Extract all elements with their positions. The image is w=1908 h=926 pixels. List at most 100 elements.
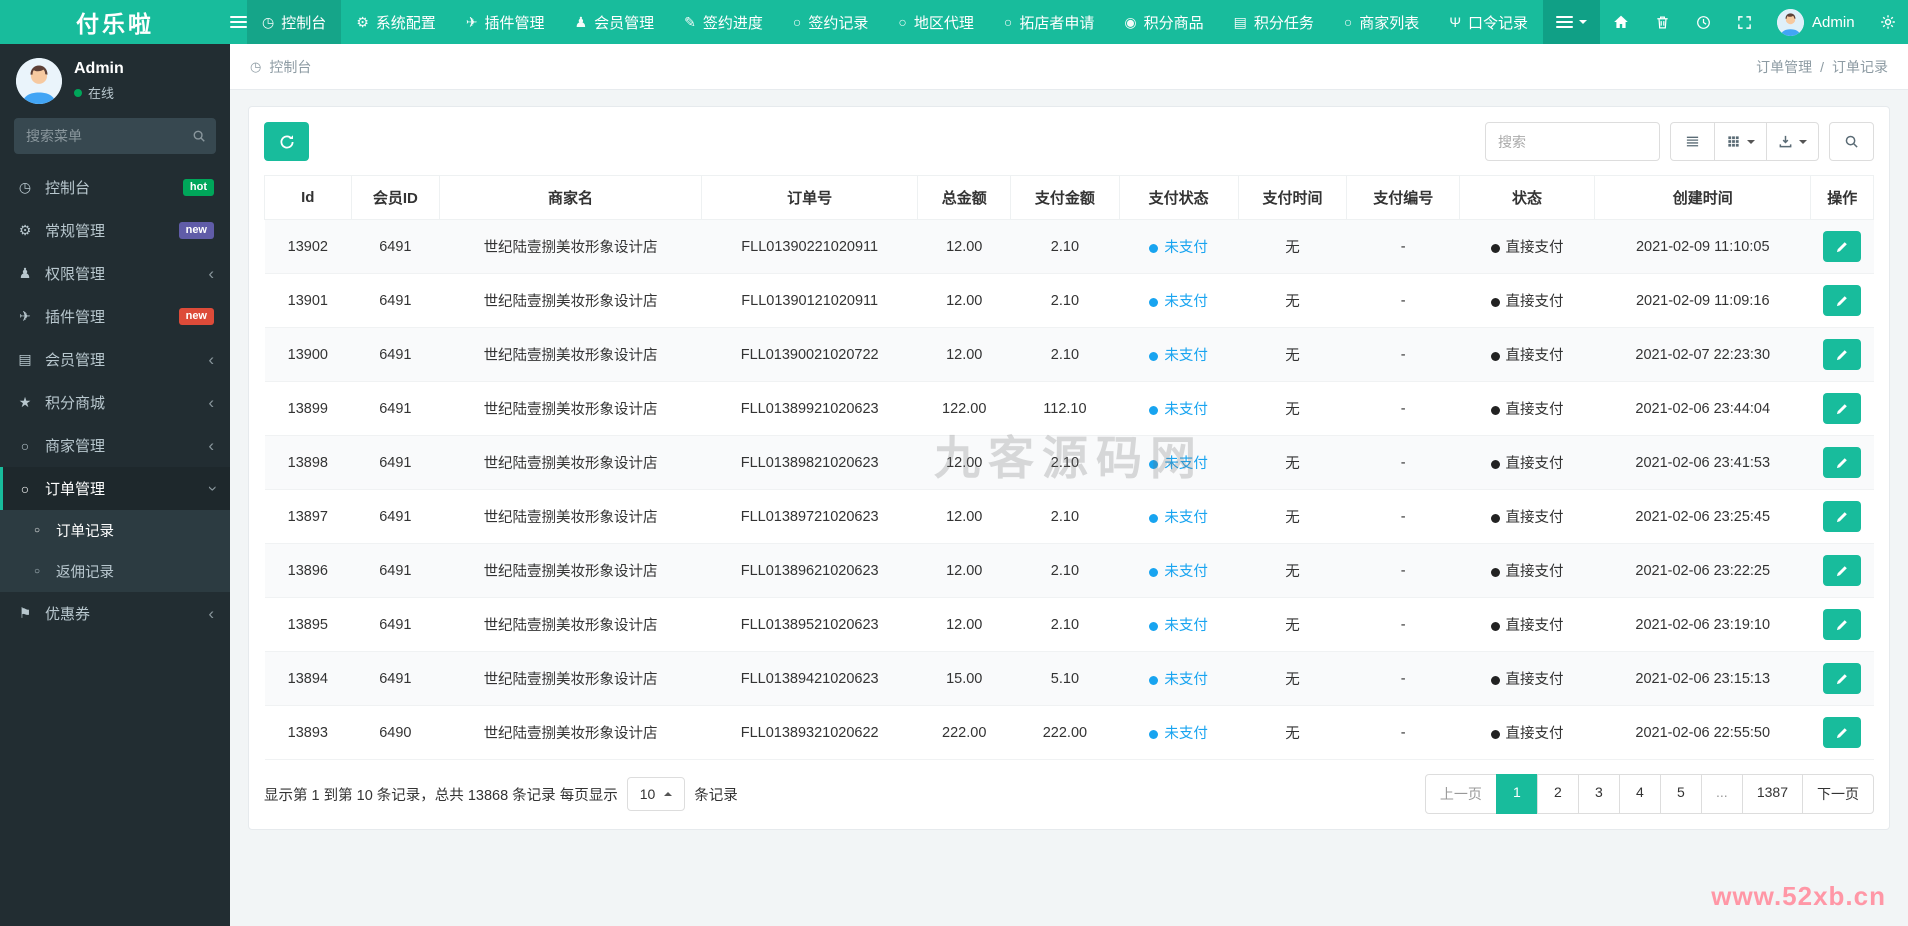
columns-button[interactable]: [1714, 122, 1767, 161]
history-button[interactable]: [1683, 0, 1724, 44]
avatar-image: [16, 58, 62, 104]
fullscreen-button[interactable]: [1724, 0, 1765, 44]
cell-actions: [1810, 597, 1874, 652]
cell-merchant: 世纪陆壹捌美妆形象设计店: [439, 273, 702, 328]
table-search-input[interactable]: [1485, 122, 1660, 161]
edit-button[interactable]: [1823, 663, 1862, 694]
edit-button[interactable]: [1823, 501, 1862, 532]
sidebar-item-coupon[interactable]: ⚑ 优惠券 ‹: [0, 592, 230, 635]
sidebar-item-order[interactable]: ○ 订单管理 ‹: [0, 467, 230, 510]
edit-button[interactable]: [1823, 231, 1862, 262]
sidebar-item-addon[interactable]: ✈ 插件管理 new: [0, 295, 230, 338]
edit-button[interactable]: [1823, 717, 1862, 748]
page-button-1387[interactable]: 1387: [1741, 774, 1803, 814]
table-row: 13902 6491 世纪陆壹捌美妆形象设计店 FLL01390221020911 12…: [264, 219, 1874, 274]
cell-member-id: 6491: [351, 219, 440, 274]
refresh-button[interactable]: [264, 122, 309, 161]
sidebar-user-panel: Admin 在线: [0, 44, 230, 114]
region-agent-icon: ○: [898, 14, 907, 30]
topnav-item-store-apply[interactable]: ○ 拓店者申请: [989, 0, 1109, 44]
cell-total: 12.00: [917, 273, 1011, 328]
cell-pay-status: 未支付: [1119, 327, 1239, 382]
breadcrumb: 订单管理 / 订单记录: [1756, 57, 1888, 77]
cell-pay-no: -: [1346, 489, 1460, 544]
clear-cache-button[interactable]: [1642, 0, 1683, 44]
sidebar-item-rebate-records[interactable]: ○ 返佣记录: [0, 551, 230, 592]
toggle-view-button[interactable]: [1670, 122, 1715, 161]
cell-pay-time: 无: [1238, 381, 1347, 436]
page-button-3[interactable]: 3: [1577, 774, 1620, 814]
nav-menu-dropdown-button[interactable]: [1543, 0, 1601, 44]
topnav-item-merchant-list[interactable]: ○ 商家列表: [1329, 0, 1434, 44]
cell-created: 2021-02-09 11:09:16: [1594, 273, 1811, 328]
sidebar-item-general[interactable]: ⚙ 常规管理 new: [0, 209, 230, 252]
sidebar-item-auth[interactable]: ♟ 权限管理 ‹: [0, 252, 230, 295]
chevron-down-icon: ‹: [201, 485, 221, 492]
sidebar-item-points-mall[interactable]: ★ 积分商城 ‹: [0, 381, 230, 424]
page-button-2[interactable]: 2: [1536, 774, 1579, 814]
export-button[interactable]: [1766, 122, 1819, 161]
sidebar-item-member[interactable]: ▤ 会员管理 ‹: [0, 338, 230, 381]
home-button[interactable]: [1600, 0, 1642, 44]
page-prev-button[interactable]: 上一页: [1424, 774, 1497, 814]
cell-status: 直接支付: [1459, 543, 1595, 598]
page-size-select[interactable]: 10: [626, 777, 686, 811]
cell-member-id: 6491: [351, 651, 440, 706]
edit-button[interactable]: [1823, 609, 1862, 640]
edit-button[interactable]: [1823, 393, 1862, 424]
dashboard-icon: ◷: [250, 58, 262, 74]
circle-icon: ○: [33, 525, 41, 536]
cell-actions: [1810, 219, 1874, 274]
page-button-1[interactable]: 1: [1495, 774, 1538, 814]
sidebar-item-order-records[interactable]: ○ 订单记录: [0, 510, 230, 551]
cell-merchant: 世纪陆壹捌美妆形象设计店: [439, 543, 702, 598]
pencil-icon: [1837, 241, 1848, 252]
topnav-item-plugin-manage[interactable]: ✈ 插件管理: [451, 0, 560, 44]
cell-actions: [1810, 489, 1874, 544]
breadcrumb-home[interactable]: 控制台: [269, 57, 311, 77]
pencil-icon: [1837, 565, 1848, 576]
cell-paid: 2.10: [1010, 489, 1120, 544]
column-header: 支付编号: [1346, 175, 1461, 220]
topnav-item-points-task[interactable]: ▤ 积分任务: [1219, 0, 1329, 44]
cell-pay-no: -: [1346, 435, 1460, 490]
settings-button[interactable]: [1867, 0, 1908, 44]
edit-button[interactable]: [1823, 555, 1862, 586]
topnav-item-system-config[interactable]: ⚙ 系统配置: [341, 0, 451, 44]
sidebar-item-merchant[interactable]: ○ 商家管理 ‹: [0, 424, 230, 467]
page-next-button[interactable]: 下一页: [1802, 774, 1874, 814]
user-name: Admin: [1812, 13, 1855, 31]
user-menu[interactable]: Admin: [1765, 0, 1867, 44]
breadcrumb-parent[interactable]: 订单管理: [1756, 57, 1812, 77]
expand-arrows-icon: [1738, 15, 1751, 29]
cell-id: 13898: [264, 435, 352, 490]
points-goods-icon: ◉: [1124, 13, 1137, 30]
cell-paid: 2.10: [1010, 435, 1120, 490]
cell-pay-status: 未支付: [1119, 381, 1239, 436]
cell-status: 直接支付: [1459, 597, 1595, 652]
cell-pay-time: 无: [1238, 489, 1347, 544]
cell-pay-status: 未支付: [1119, 651, 1239, 706]
token-records-icon: Ψ: [1449, 14, 1462, 30]
topnav-item-region-agent[interactable]: ○ 地区代理: [883, 0, 988, 44]
edit-button[interactable]: [1823, 447, 1862, 478]
advanced-search-button[interactable]: [1829, 122, 1874, 161]
page-button-5[interactable]: 5: [1659, 774, 1702, 814]
sidebar-toggle-button[interactable]: [230, 0, 247, 44]
edit-button[interactable]: [1823, 285, 1862, 316]
topnav-item-token-records[interactable]: Ψ 口令记录: [1434, 0, 1543, 44]
topnav-item-points-goods[interactable]: ◉ 积分商品: [1109, 0, 1218, 44]
cell-order-no: FLL01389921020623: [701, 381, 918, 436]
topnav-item-dashboard[interactable]: ◷ 控制台: [247, 0, 342, 44]
menu-search-button[interactable]: [182, 118, 216, 154]
page-button-4[interactable]: 4: [1618, 774, 1661, 814]
topnav-item-member-manage[interactable]: ♟ 会员管理: [560, 0, 670, 44]
caret-up-icon: [664, 792, 673, 796]
topnav-item-sign-progress[interactable]: ✎ 签约进度: [669, 0, 778, 44]
status-dot-icon: [1490, 567, 1500, 577]
search-icon: [1845, 135, 1858, 148]
edit-button[interactable]: [1823, 339, 1862, 370]
sidebar-item-dashboard[interactable]: ◷ 控制台 hot: [0, 166, 230, 209]
topnav-item-sign-records[interactable]: ○ 签约记录: [778, 0, 883, 44]
orders-panel: Id会员ID商家名订单号总金额支付金额支付状态支付时间支付编号状态创建时间操作 …: [248, 106, 1890, 830]
